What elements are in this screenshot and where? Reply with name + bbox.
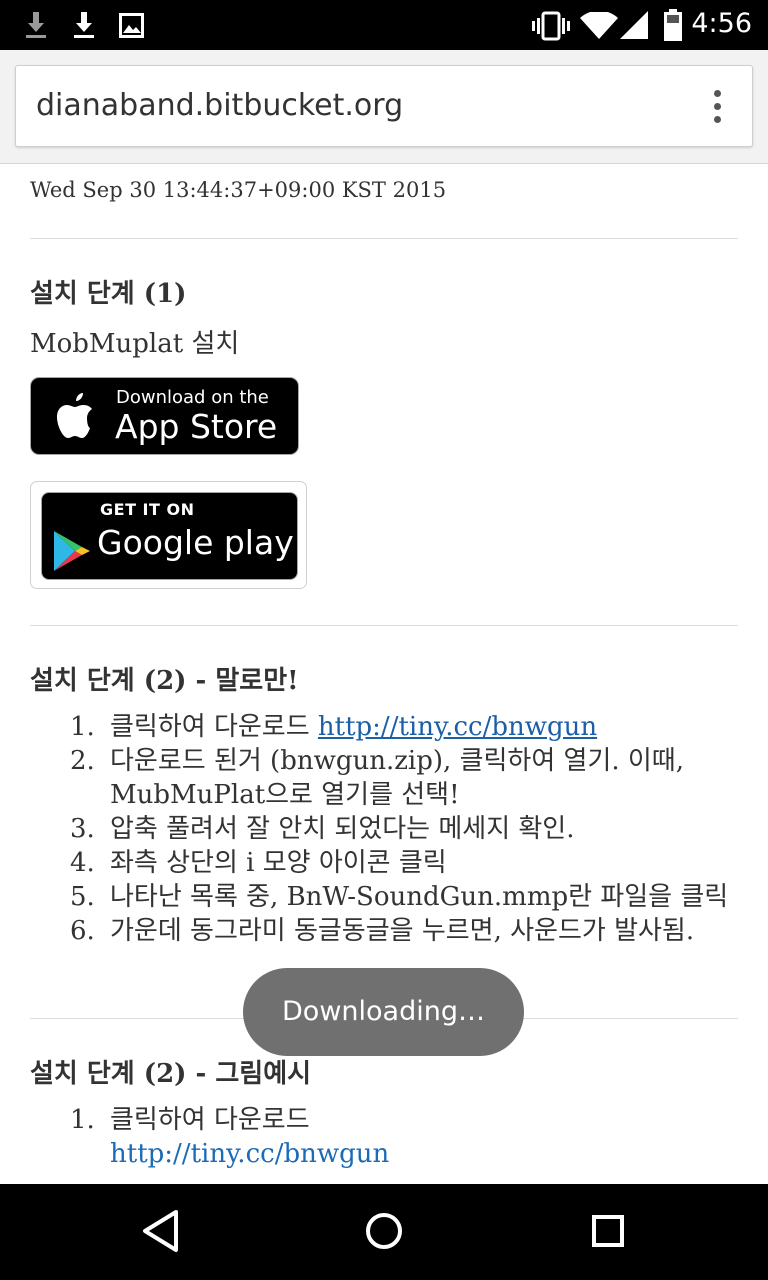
vibrate-icon [532, 11, 570, 45]
app-store-small-text: Download on the [116, 387, 269, 408]
app-store-badge[interactable]: Download on the App Store [30, 377, 299, 455]
recents-icon[interactable] [590, 1206, 630, 1260]
signal-icon [620, 11, 648, 43]
section3-steps: 1. 클릭하여 다운로드 http://tiny.cc/bnwgun [30, 1103, 738, 1171]
step-text: 나타난 목록 중, BnW-SoundGun.mmp란 파일을 클릭 [110, 882, 729, 912]
navigation-bar [0, 1184, 768, 1280]
page-timestamp: Wed Sep 30 13:44:37+09:00 KST 2015 [30, 178, 447, 202]
step-text: 좌측 상단의 i 모양 아이콘 클릭 [110, 848, 447, 878]
battery-icon [664, 9, 682, 45]
section1-heading: 설치 단계 (1) [30, 279, 187, 309]
list-item: 2. 다운로드 된거 (bnwgun.zip), 클릭하여 열기. 이때, Mub… [30, 744, 738, 812]
section3-heading: 설치 단계 (2) - 그림예시 [30, 1059, 312, 1089]
download-icon [24, 10, 48, 44]
overflow-menu-icon[interactable] [712, 90, 722, 124]
clock: 4:56 [691, 8, 752, 39]
divider [30, 625, 738, 626]
google-play-badge-frame: GET IT ON Google play [30, 481, 307, 589]
list-item: 5. 나타난 목록 중, BnW-SoundGun.mmp란 파일을 클릭 [30, 880, 738, 914]
divider [30, 238, 738, 239]
list-number: 5. [70, 882, 95, 912]
download-icon [72, 10, 96, 44]
browser-toolbar: dianaband.bitbucket.org [0, 50, 768, 164]
section2-heading: 설치 단계 (2) - 말로만! [30, 666, 299, 696]
apple-logo-icon [53, 390, 101, 446]
step-text: 클릭하여 다운로드 [110, 712, 318, 742]
list-item: 1. 클릭하여 다운로드 http://tiny.cc/bnwgun [30, 1103, 738, 1171]
section1-text: MobMuplat 설치 [30, 329, 240, 359]
app-store-big-text: App Store [115, 407, 278, 446]
list-number: 1. [70, 1105, 95, 1135]
list-number: 3. [70, 814, 95, 844]
google-play-big-text: Google play [97, 523, 294, 562]
back-icon[interactable] [140, 1206, 180, 1260]
home-icon[interactable] [364, 1206, 404, 1260]
download-link[interactable]: http://tiny.cc/bnwgun [318, 712, 597, 742]
download-link[interactable]: http://tiny.cc/bnwgun [110, 1139, 389, 1169]
section2-steps: 1. 클릭하여 다운로드 http://tiny.cc/bnwgun 2. 다운로드… [30, 710, 738, 948]
list-number: 2. [70, 746, 95, 776]
step-text: 클릭하여 다운로드 [110, 1105, 310, 1135]
google-play-logo-icon [52, 529, 92, 577]
step-text: 가운데 동그라미 동글동글을 누르면, 사운드가 발사됨. [110, 916, 695, 946]
url-text[interactable]: dianaband.bitbucket.org [36, 88, 403, 123]
wifi-icon [580, 10, 618, 44]
list-item: 6. 가운데 동그라미 동글동글을 누르면, 사운드가 발사됨. [30, 914, 738, 948]
google-play-badge[interactable]: GET IT ON Google play [41, 492, 298, 580]
toast-message: Downloading… [243, 968, 524, 1056]
list-number: 6. [70, 916, 95, 946]
step-text: 압축 풀려서 잘 안치 되었다는 메세지 확인. [110, 814, 575, 844]
status-bar: 4:56 [0, 0, 768, 50]
list-number: 4. [70, 848, 95, 878]
step-text: 다운로드 된거 (bnwgun.zip), 클릭하여 열기. 이때, MubMu… [110, 746, 684, 810]
google-play-small-text: GET IT ON [100, 500, 195, 519]
list-item: 1. 클릭하여 다운로드 http://tiny.cc/bnwgun [30, 710, 738, 744]
url-bar[interactable]: dianaband.bitbucket.org [15, 65, 753, 147]
list-item: 3. 압축 풀려서 잘 안치 되었다는 메세지 확인. [30, 812, 738, 846]
image-icon [119, 13, 144, 42]
list-number: 1. [70, 712, 95, 742]
list-item: 4. 좌측 상단의 i 모양 아이콘 클릭 [30, 846, 738, 880]
